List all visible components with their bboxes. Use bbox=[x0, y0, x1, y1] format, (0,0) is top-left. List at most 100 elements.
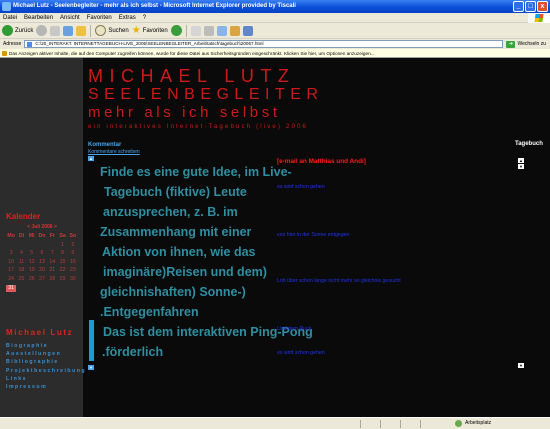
search-icon bbox=[95, 25, 107, 36]
nav-item-bibliographie[interactable]: Bibliographie bbox=[6, 358, 86, 366]
page-viewport: MICHAEL LUTZ SEELENBEGLEITER mehr als ic… bbox=[0, 58, 550, 417]
nav-item-projektbeschreibung[interactable]: Projektbeschreibung bbox=[6, 367, 86, 375]
maximize-button[interactable]: □ bbox=[525, 1, 536, 12]
forward-button[interactable] bbox=[36, 25, 48, 36]
calendar-day[interactable]: 1 bbox=[57, 242, 67, 249]
calendar-day[interactable]: 31 bbox=[6, 284, 17, 292]
calendar-day[interactable]: 4 bbox=[16, 250, 26, 257]
calendar-day[interactable]: 24 bbox=[6, 276, 16, 283]
discuss-icon[interactable] bbox=[229, 25, 240, 36]
expand-icon[interactable]: ▼ bbox=[88, 365, 94, 370]
calendar-weekday: Do bbox=[38, 233, 46, 239]
calendar-day[interactable]: 25 bbox=[16, 276, 26, 283]
search-label: Suchen bbox=[108, 27, 129, 34]
ie-icon bbox=[2, 2, 11, 11]
nav-item-links[interactable]: Links bbox=[6, 375, 86, 383]
back-arrow-icon bbox=[2, 25, 13, 36]
forward-arrow-icon bbox=[36, 25, 48, 36]
note-email[interactable]: [e-mail an Matthias und Andi] bbox=[277, 158, 366, 165]
calendar-day[interactable]: 22 bbox=[57, 267, 67, 274]
entry-line: .Entgegenfahren bbox=[100, 305, 199, 319]
calendar-day[interactable]: 17 bbox=[6, 267, 16, 274]
security-zone: Arbeitsplatz bbox=[455, 418, 491, 429]
stop-icon[interactable] bbox=[50, 25, 61, 36]
menu-help[interactable]: ? bbox=[143, 15, 146, 21]
search-button[interactable]: Suchen bbox=[95, 25, 129, 36]
calendar-day[interactable]: 30 bbox=[68, 276, 78, 283]
scroll-up-icon[interactable]: ▲ bbox=[518, 158, 524, 163]
menu-extras[interactable]: Extras bbox=[119, 15, 136, 21]
calendar-weekday: Di bbox=[18, 233, 25, 239]
status-divider bbox=[420, 420, 421, 428]
calendar-day[interactable]: 11 bbox=[16, 259, 26, 266]
calendar-day[interactable]: 18 bbox=[16, 267, 26, 274]
nav-heading: Michael Lutz bbox=[6, 328, 74, 337]
calendar-day bbox=[37, 285, 47, 292]
menu-favoriten[interactable]: Favoriten bbox=[87, 15, 112, 21]
print-icon[interactable] bbox=[203, 25, 214, 36]
scroll-bottom-icon[interactable]: ▼ bbox=[518, 363, 524, 368]
address-label: Adresse bbox=[3, 41, 22, 47]
calendar-day bbox=[68, 285, 78, 292]
calendar-day[interactable]: 29 bbox=[57, 276, 67, 283]
calendar-day[interactable]: 5 bbox=[27, 250, 37, 257]
calendar-day[interactable]: 3 bbox=[6, 250, 16, 257]
toolbar: Zurück Suchen ★ Favoriten bbox=[0, 23, 550, 39]
back-button[interactable]: Zurück bbox=[2, 25, 33, 36]
calendar-day[interactable]: 13 bbox=[37, 259, 47, 266]
note-item: Und dem Ruck bbox=[277, 326, 312, 332]
note-item: von hier in der Sonne entgegen bbox=[277, 232, 350, 238]
security-infobar[interactable]: Das Anzeigen aktiver Inhalte, die auf de… bbox=[0, 49, 550, 58]
edit-icon[interactable] bbox=[216, 25, 227, 36]
menu-datei[interactable]: Datei bbox=[3, 15, 17, 21]
nav-item-biographie[interactable]: Biographie bbox=[6, 342, 86, 350]
calendar-day[interactable]: 10 bbox=[6, 259, 16, 266]
nav-item-impressum[interactable]: Impressum bbox=[6, 383, 86, 391]
calendar-day[interactable]: 27 bbox=[37, 276, 47, 283]
toolbar-separator bbox=[185, 24, 187, 37]
page-title: MICHAEL LUTZ bbox=[88, 66, 296, 86]
window-titlebar: Michael Lutz - Seelenbegleiter - mehr al… bbox=[0, 0, 550, 13]
home-icon[interactable] bbox=[76, 25, 87, 36]
minimize-button[interactable]: _ bbox=[513, 1, 524, 12]
refresh-icon[interactable] bbox=[63, 25, 74, 36]
messenger-icon[interactable] bbox=[242, 25, 253, 36]
address-bar: Adresse C:\20_INTERAKT. INTERNETTAGEBUCH… bbox=[0, 39, 550, 49]
calendar-day[interactable]: 6 bbox=[37, 250, 47, 257]
collapse-icon[interactable]: ▲ bbox=[88, 156, 94, 161]
calendar-day[interactable]: 23 bbox=[68, 267, 78, 274]
menu-ansicht[interactable]: Ansicht bbox=[60, 15, 80, 21]
entry-line: .förderlich bbox=[102, 345, 164, 359]
go-label: Wechseln zu bbox=[517, 41, 546, 47]
entry-line: Tagebuch (fiktive) Leute bbox=[104, 185, 247, 199]
history-icon[interactable] bbox=[170, 25, 182, 36]
calendar-day[interactable]: 26 bbox=[27, 276, 37, 283]
mail-icon[interactable] bbox=[190, 25, 201, 36]
calendar-day[interactable]: 14 bbox=[47, 259, 57, 266]
calendar-month-nav[interactable]: < Juli 2006 > bbox=[6, 224, 78, 230]
favorites-label: Favoriten bbox=[142, 27, 168, 34]
calendar-weekday: Sa bbox=[59, 233, 66, 239]
calendar-day[interactable]: 19 bbox=[27, 267, 37, 274]
close-button[interactable]: x bbox=[537, 1, 548, 12]
calendar-day[interactable]: 21 bbox=[47, 267, 57, 274]
status-divider bbox=[380, 420, 381, 428]
kommentar-link[interactable]: Kommentare schreiben bbox=[88, 149, 140, 155]
star-icon: ★ bbox=[131, 24, 141, 36]
calendar-day[interactable]: 2 bbox=[68, 242, 78, 249]
calendar-day bbox=[6, 242, 16, 249]
go-button[interactable]: ➔ Wechseln zu bbox=[506, 40, 546, 48]
calendar-day[interactable]: 8 bbox=[57, 250, 67, 257]
calendar-day[interactable]: 12 bbox=[27, 259, 37, 266]
scroll-down-icon[interactable]: ▼ bbox=[518, 164, 524, 169]
favorites-button[interactable]: ★ Favoriten bbox=[131, 24, 168, 36]
nav-item-ausstellungen[interactable]: Ausstellungen bbox=[6, 350, 86, 358]
calendar-day[interactable]: 20 bbox=[37, 267, 47, 274]
calendar-day[interactable]: 28 bbox=[47, 276, 57, 283]
menu-bearbeiten[interactable]: Bearbeiten bbox=[24, 15, 53, 21]
calendar-day[interactable]: 7 bbox=[47, 250, 57, 257]
calendar-day[interactable]: 9 bbox=[68, 250, 78, 257]
address-input[interactable]: C:\20_INTERAKT. INTERNETTAGEBUCH-LIVE_20… bbox=[24, 40, 504, 48]
calendar-day[interactable]: 16 bbox=[68, 259, 78, 266]
calendar-day[interactable]: 15 bbox=[57, 259, 67, 266]
